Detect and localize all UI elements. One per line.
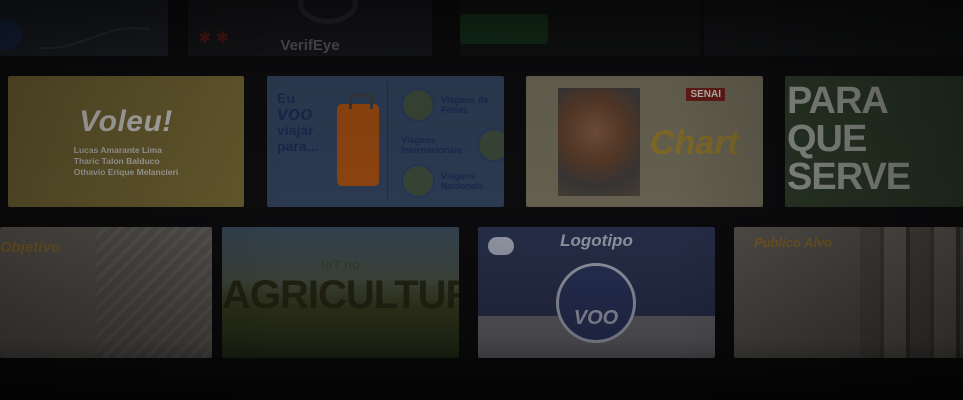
objetivo-title: Objetivo xyxy=(0,239,61,256)
eye-logo-icon xyxy=(298,0,358,24)
thumbnail-verifeye[interactable]: ✱ ✱ VerifEye xyxy=(188,0,432,56)
logotipo-title: Logotipo xyxy=(560,231,633,250)
travel-item-label: Viagens Internacionais xyxy=(401,135,463,155)
thumbnail-chart[interactable]: SENAI Chart xyxy=(526,76,763,207)
voleu-name-2: Tharic Talon Balduco xyxy=(73,156,160,166)
travel-item-nacionais: Viagens Nacionais xyxy=(401,164,504,198)
landmark-photo-icon xyxy=(401,164,435,198)
thumbnail-para-que-serve[interactable]: PARA QUE SERVE xyxy=(785,76,963,207)
thumbnail-iot-agricultura[interactable]: IoT no AGRICULTURA xyxy=(222,227,459,358)
publico-alvo-title: Publico Alvo xyxy=(754,235,833,250)
thumbnail-objetivo[interactable]: Objetivo xyxy=(0,227,212,358)
travel-line-3: viajar xyxy=(277,122,314,138)
voleu-name-1: Lucas Amarante Lima xyxy=(73,145,162,155)
thumbnail-voo-travel[interactable]: Eu voo viajar para... Viagens de Férias … xyxy=(267,76,504,207)
travel-item-label: Viagens de Férias xyxy=(441,95,489,115)
city-photo-icon xyxy=(477,128,504,162)
swirl-graphic xyxy=(0,18,151,50)
photo-collage xyxy=(860,227,963,358)
divider xyxy=(387,82,388,201)
agricultura-title: AGRICULTURA xyxy=(222,273,459,317)
thumbnail-top-4[interactable] xyxy=(704,0,963,56)
voleu-title: Voleu! xyxy=(79,105,173,138)
title-line-1: PARA xyxy=(787,80,889,122)
travel-item-ferias: Viagens de Férias xyxy=(401,88,504,122)
title-line-2: QUE xyxy=(787,118,867,160)
voleu-name-3: Othavio Erique Melancieri xyxy=(73,167,179,177)
verifeye-label: VerifEye xyxy=(280,37,340,54)
green-button-shape xyxy=(460,14,548,44)
voo-emblem-text: VOO xyxy=(573,307,619,329)
suitcase-icon xyxy=(337,94,379,186)
thumbnail-top-1[interactable] xyxy=(0,0,168,56)
iot-label: IoT no xyxy=(321,257,360,272)
thumbnail-voleu[interactable]: Voleu! Lucas Amarante Lima Tharic Talon … xyxy=(8,76,244,207)
thumbnail-logotipo[interactable]: Logotipo VOO xyxy=(478,227,715,358)
thumbnail-top-3[interactable] xyxy=(460,0,700,56)
thumbnail-publico-alvo[interactable]: Publico Alvo xyxy=(734,227,963,358)
title-line-3: SERVE xyxy=(787,156,911,198)
portfolio-gallery: ✱ ✱ VerifEye Voleu! Lucas Amarante Lima … xyxy=(0,0,963,400)
voo-emblem-icon: VOO xyxy=(556,263,636,343)
travel-headline: Eu voo viajar para... xyxy=(277,90,318,154)
senai-badge: SENAI xyxy=(686,88,725,101)
chart-logo: Chart xyxy=(650,124,739,162)
travel-item-internacionais: Viagens Internacionais xyxy=(401,128,504,162)
paint-face-photo xyxy=(558,88,640,196)
travel-line-4: para... xyxy=(277,138,319,154)
sketch-collage xyxy=(96,227,212,358)
travel-item-label: Viagens Nacionais xyxy=(441,171,484,191)
travel-line-2: voo xyxy=(277,103,313,125)
voleu-names: Lucas Amarante Lima Tharic Talon Balduco… xyxy=(74,145,178,178)
beach-photo-icon xyxy=(401,88,435,122)
para-que-serve-title: PARA QUE SERVE xyxy=(787,80,911,198)
